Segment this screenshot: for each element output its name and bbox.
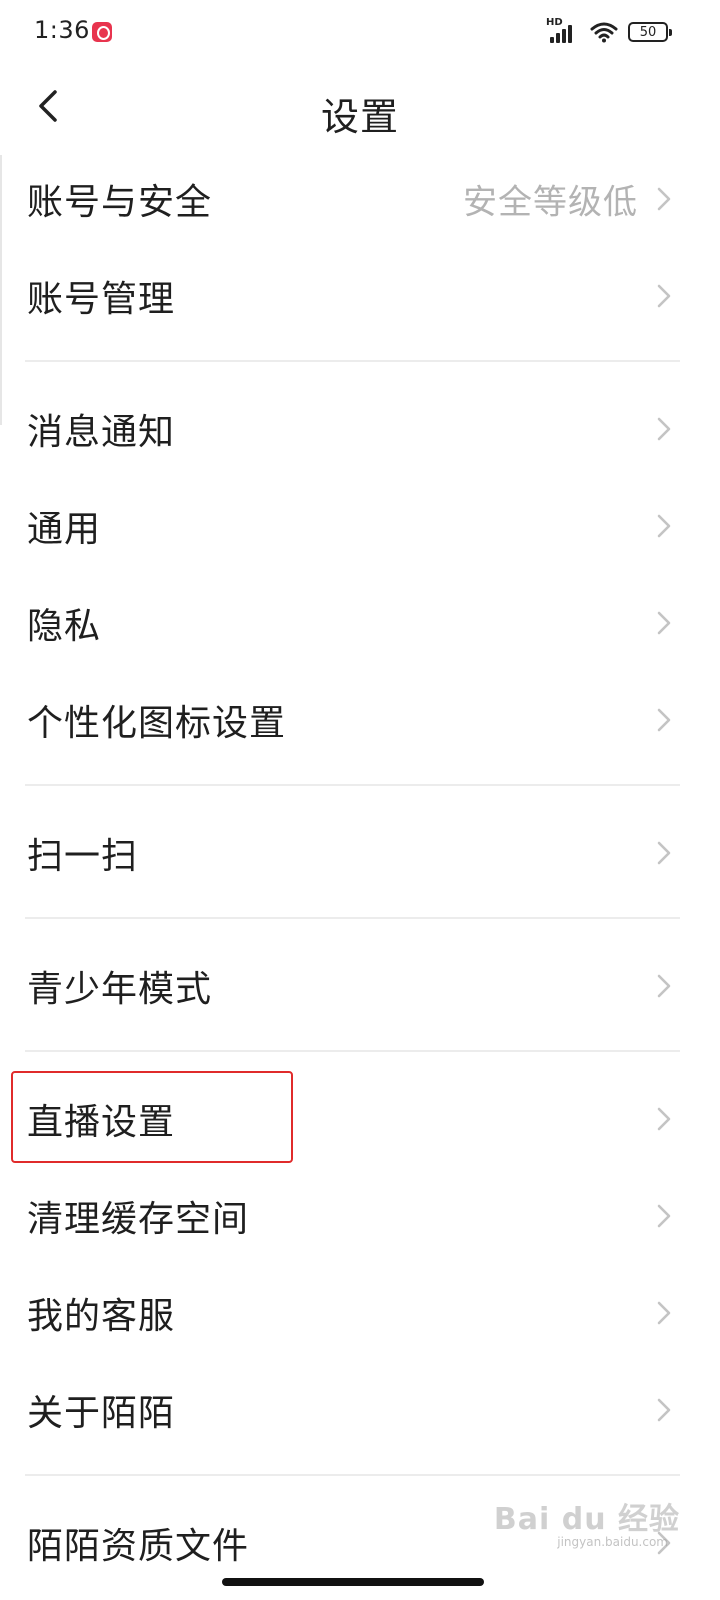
- settings-row-label: 关于陌陌: [27, 1392, 176, 1434]
- wifi-icon: [590, 21, 618, 43]
- settings-row-label: 消息通知: [27, 411, 176, 453]
- settings-row-value: 安全等级低: [463, 182, 638, 222]
- settings-row-label: 青少年模式: [27, 968, 213, 1010]
- watermark-url: jingyan.baidu.com: [557, 1535, 668, 1549]
- settings-row-label: 陌陌资质文件: [27, 1525, 250, 1567]
- section-divider: [0, 1034, 720, 1070]
- settings-row[interactable]: 消息通知: [0, 380, 720, 477]
- chevron-right-icon: [654, 186, 674, 212]
- settings-row-label: 个性化图标设置: [27, 702, 287, 744]
- status-icons: HD 50: [546, 17, 672, 46]
- header: 设置: [0, 66, 720, 150]
- settings-row[interactable]: 隐私: [0, 574, 720, 671]
- app-notification-icon: [92, 22, 112, 42]
- settings-row[interactable]: 账号与安全 安全等级低: [0, 150, 720, 247]
- settings-row-label: 账号与安全: [27, 181, 213, 223]
- settings-row[interactable]: 我的客服: [0, 1264, 720, 1361]
- settings-row[interactable]: 关于陌陌: [0, 1361, 720, 1458]
- page-title: 设置: [320, 95, 399, 139]
- settings-list: 账号与安全 安全等级低账号管理消息通知通用隐私个性化图标设置 扫一扫青少年模式直播设…: [0, 150, 720, 1591]
- settings-row-label: 扫一扫: [27, 835, 139, 877]
- chevron-right-icon: [654, 1203, 674, 1229]
- settings-row-label: 账号管理: [27, 278, 176, 320]
- settings-row[interactable]: 账号管理: [0, 247, 720, 344]
- chevron-right-icon: [654, 416, 674, 442]
- status-bar: 1:36 HD 50: [0, 0, 720, 66]
- section-divider: [0, 768, 720, 804]
- section-divider: [0, 901, 720, 937]
- home-indicator[interactable]: [222, 1578, 484, 1586]
- watermark: Bai du 经验: [493, 1502, 680, 1537]
- settings-row-label: 清理缓存空间: [27, 1198, 250, 1240]
- settings-row[interactable]: 青少年模式: [0, 937, 720, 1034]
- section-divider: [0, 344, 720, 380]
- chevron-right-icon: [654, 1300, 674, 1326]
- battery-icon: 50: [628, 22, 672, 42]
- settings-row-label: 直播设置: [27, 1101, 176, 1143]
- chevron-right-icon: [654, 283, 674, 309]
- chevron-right-icon: [654, 1397, 674, 1423]
- chevron-right-icon: [654, 707, 674, 733]
- status-time: 1:36: [34, 16, 90, 44]
- settings-row-label: 我的客服: [27, 1295, 176, 1337]
- chevron-right-icon: [654, 1106, 674, 1132]
- chevron-right-icon: [654, 513, 674, 539]
- chevron-right-icon: [654, 610, 674, 636]
- settings-row[interactable]: 清理缓存空间: [0, 1167, 720, 1264]
- signal-icon: HD: [546, 17, 580, 45]
- settings-row[interactable]: 个性化图标设置: [0, 671, 720, 768]
- chevron-right-icon: [654, 840, 674, 866]
- settings-row-label: 隐私: [27, 605, 102, 647]
- settings-row[interactable]: 扫一扫: [0, 804, 720, 901]
- settings-row-label: 通用: [27, 508, 102, 550]
- battery-level: 50: [639, 24, 657, 40]
- section-divider: [0, 1458, 720, 1494]
- chevron-right-icon: [654, 973, 674, 999]
- settings-row[interactable]: 通用: [0, 477, 720, 574]
- settings-row[interactable]: 直播设置: [0, 1070, 720, 1167]
